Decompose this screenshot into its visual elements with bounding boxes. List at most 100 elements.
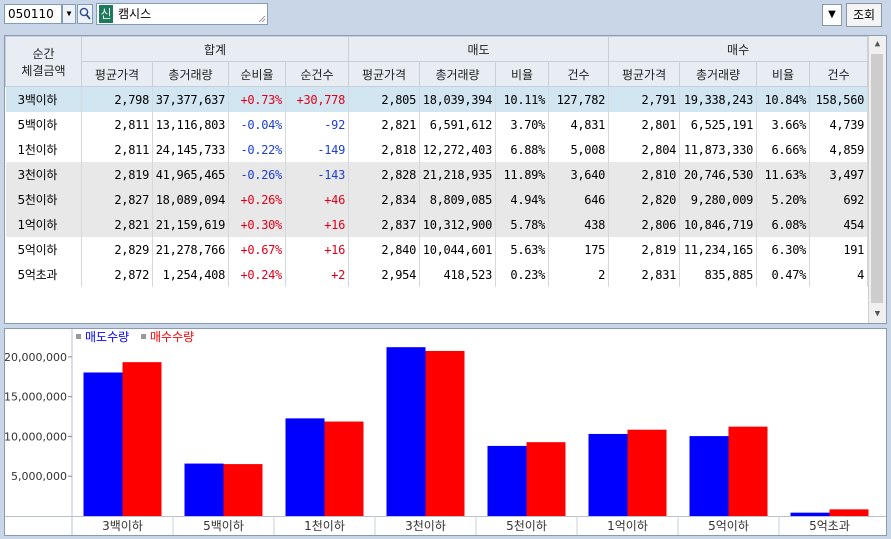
- bar-sell: [487, 445, 527, 516]
- table-cell: 2,805: [348, 86, 421, 112]
- column-header: 총거래량: [419, 61, 497, 87]
- scroll-up-icon[interactable]: ▲: [869, 36, 886, 53]
- bar-sell: [790, 512, 830, 516]
- table-cell: 5.78%: [495, 212, 550, 237]
- stock-name-field[interactable]: 신 캠시스: [96, 3, 268, 25]
- table-cell: 37,377,637: [152, 86, 229, 112]
- table-row[interactable]: 3천이하 2,819 41,965,465 -0.26% -143 2,828 21,218…: [5, 162, 869, 187]
- table-cell: 6.66%: [756, 137, 811, 162]
- table-row[interactable]: 5백이하 2,811 13,116,803 -0.04% -92 2,821 6,591,6…: [5, 112, 869, 137]
- search-button[interactable]: [77, 4, 93, 24]
- row-label: 5백이하: [5, 112, 82, 137]
- bar-buy: [829, 509, 869, 516]
- table-cell: 11,234,165: [679, 237, 758, 262]
- table-row[interactable]: 5천이하 2,827 18,089,094 +0.26% +46 2,834 8,809,0…: [5, 187, 869, 212]
- bar-buy: [728, 426, 768, 516]
- table-cell: 24,145,733: [152, 137, 229, 162]
- bar-sell: [184, 463, 224, 516]
- bar-buy: [627, 429, 667, 516]
- scroll-down-icon[interactable]: ▼: [869, 306, 886, 323]
- table-cell: 10,312,900: [419, 212, 497, 237]
- table-cell: 11.63%: [756, 162, 811, 187]
- table-cell: 692: [809, 187, 869, 212]
- table-cell: 175: [548, 237, 610, 262]
- column-header: 총거래량: [679, 61, 758, 87]
- table-row[interactable]: 5억초과 2,872 1,254,408 +0.24% +2 2,954 418,523 0.…: [5, 262, 869, 287]
- table-cell: +0.24%: [228, 262, 286, 287]
- table-cell: 10,846,719: [679, 212, 758, 237]
- table-cell: -0.04%: [228, 112, 286, 137]
- x-tick-label: 1억이하: [607, 519, 648, 533]
- table-cell: 4,739: [809, 112, 869, 137]
- table-cell: 2,840: [348, 237, 421, 262]
- table-row[interactable]: 1천이하 2,811 24,145,733 -0.22% -149 2,818 12,272…: [5, 137, 869, 162]
- x-tick-label: 5억초과: [809, 519, 850, 533]
- table-cell: 2,827: [81, 187, 153, 212]
- table-cell: 2,801: [608, 112, 681, 137]
- stock-code-input[interactable]: 050110: [4, 4, 62, 24]
- column-header: 비율: [495, 61, 550, 87]
- table-cell: 5.20%: [756, 187, 811, 212]
- bar-sell: [689, 436, 729, 516]
- market-badge: 신: [99, 5, 113, 23]
- x-tick-label: 1천이하: [304, 518, 345, 533]
- corner-header: 순간 체결금액: [5, 36, 82, 87]
- table-cell: 10.11%: [495, 86, 550, 112]
- table-cell: 2,818: [348, 137, 421, 162]
- table-cell: 3.70%: [495, 112, 550, 137]
- table-cell: 2,821: [81, 212, 153, 237]
- table-cell: -143: [285, 162, 350, 187]
- column-header: 순비율: [228, 61, 286, 87]
- column-header: 비율: [756, 61, 811, 87]
- stock-name: 캠시스: [118, 7, 152, 21]
- table-cell: 6.88%: [495, 137, 550, 162]
- code-dropdown-button[interactable]: ▼: [62, 4, 76, 24]
- dropdown-menu-button[interactable]: ▼: [822, 4, 842, 26]
- table-cell: 3.66%: [756, 112, 811, 137]
- toolbar: 050110 ▼ 신 캠시스 ▼ 조회: [0, 0, 891, 30]
- table-row[interactable]: 5억이하 2,829 21,278,766 +0.67% +16 2,840 10,044,…: [5, 237, 869, 262]
- table-cell: +16: [285, 237, 350, 262]
- table-cell: 2,806: [608, 212, 681, 237]
- y-tick-label: 20,000,000: [5, 351, 67, 364]
- row-label: 3천이하: [5, 162, 82, 187]
- table-row[interactable]: 1억이하 2,821 21,159,619 +0.30% +16 2,837 10,312,…: [5, 212, 869, 237]
- y-tick-label: 5,000,000: [11, 470, 67, 483]
- table-cell: 11.89%: [495, 162, 550, 187]
- row-label: 5억초과: [5, 262, 82, 287]
- row-label: 1천이하: [5, 137, 82, 162]
- table-cell: +0.26%: [228, 187, 286, 212]
- row-label: 1억이하: [5, 212, 82, 237]
- table-cell: 18,089,094: [152, 187, 229, 212]
- table-cell: 5,008: [548, 137, 610, 162]
- table-cell: 2,820: [608, 187, 681, 212]
- scroll-thumb[interactable]: [871, 54, 883, 303]
- legend-swatch: [76, 334, 81, 339]
- bar-sell: [285, 418, 325, 516]
- table-cell: 21,278,766: [152, 237, 229, 262]
- bar-buy: [425, 350, 465, 516]
- row-label: 5천이하: [5, 187, 82, 212]
- column-header: 건수: [809, 61, 869, 87]
- table-cell: 2,821: [348, 112, 421, 137]
- table-cell: 3,497: [809, 162, 869, 187]
- group-header-buy: 매수: [608, 36, 869, 62]
- table-cell: 4.94%: [495, 187, 550, 212]
- table-cell: 21,159,619: [152, 212, 229, 237]
- group-header-total: 합계: [80, 36, 350, 62]
- vertical-scrollbar[interactable]: ▲ ▼: [868, 36, 886, 323]
- table-cell: 0.47%: [756, 262, 811, 287]
- table-cell: 2,791: [608, 86, 681, 112]
- table-cell: 2,837: [348, 212, 421, 237]
- table-cell: 10.84%: [756, 86, 811, 112]
- table-row[interactable]: 3백이하 2,798 37,377,637 +0.73% +30,778 2,805 18,…: [5, 86, 869, 112]
- table-cell: 2,819: [81, 162, 153, 187]
- bar-buy: [324, 421, 364, 516]
- table-cell: 5.63%: [495, 237, 550, 262]
- table-cell: 6,591,612: [419, 112, 497, 137]
- table-cell: 18,039,394: [419, 86, 497, 112]
- bar-sell: [83, 372, 123, 516]
- x-tick-label: 3백이하: [102, 519, 143, 533]
- query-button[interactable]: 조회: [846, 3, 882, 27]
- column-header: 평균가격: [608, 61, 681, 87]
